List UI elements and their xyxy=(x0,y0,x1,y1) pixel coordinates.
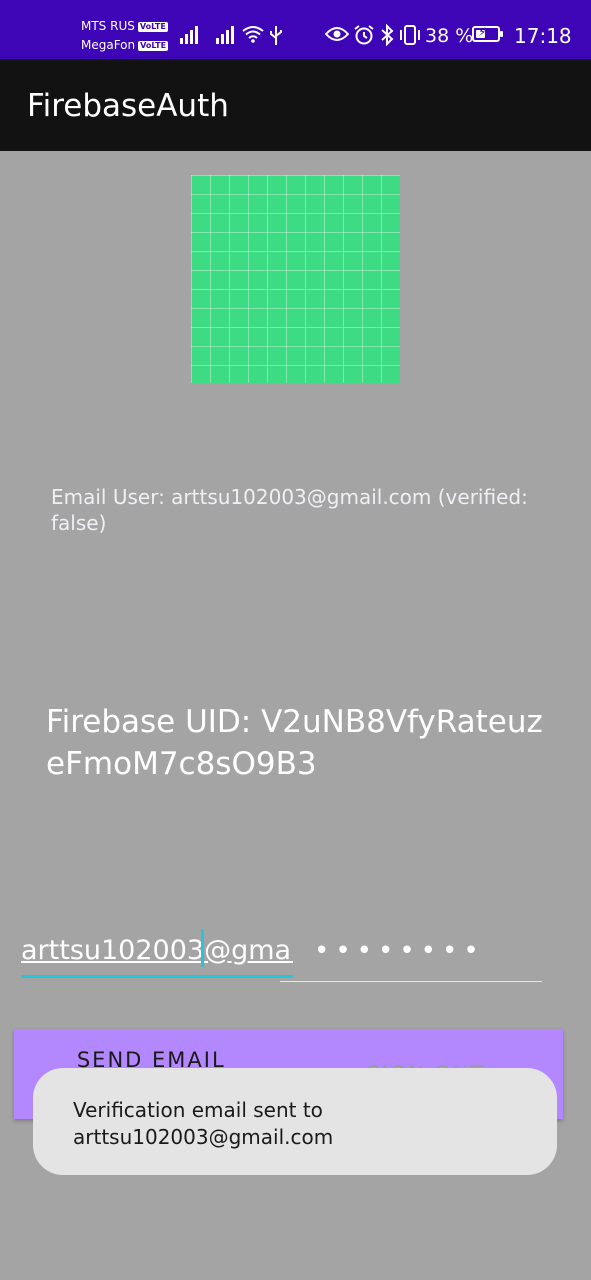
app-bar: FirebaseAuth xyxy=(0,59,591,151)
firebase-logo xyxy=(191,175,400,383)
signal-icon xyxy=(180,24,198,44)
email-user-text: Email User: arttsu102003@gmail.com (veri… xyxy=(51,485,528,535)
carrier-1-label: MTS RUS xyxy=(81,19,135,33)
status-bar: MTS RUS VoLTE MegaFon VoLTE 38 % ⚡ 17:18 xyxy=(0,0,591,59)
password-field[interactable]: •••••••• xyxy=(280,926,542,982)
eye-icon xyxy=(325,27,349,41)
toast-message: Verification email sent to arttsu102003@… xyxy=(33,1068,557,1175)
carrier-1: MTS RUS VoLTE xyxy=(81,20,168,33)
volte-2-badge: VoLTE xyxy=(138,40,169,51)
carrier-2-label: MegaFon xyxy=(81,38,136,52)
alarm-icon xyxy=(354,25,374,45)
app-title: FirebaseAuth xyxy=(27,88,229,124)
email-input[interactable] xyxy=(21,926,293,978)
battery-icon: ⚡ xyxy=(472,25,503,42)
signal-icon xyxy=(216,24,234,44)
vibrate-icon xyxy=(400,25,420,45)
status-time: 17:18 xyxy=(514,24,572,48)
wifi-icon xyxy=(242,26,264,43)
battery-percent: 38 % xyxy=(425,25,474,47)
usb-icon xyxy=(270,26,282,45)
firebase-uid-text: Firebase UID: V2uNB8VfyRateuzeFmoM7c8sO9… xyxy=(46,704,543,782)
charging-icon: ⚡ xyxy=(478,25,487,39)
bluetooth-icon xyxy=(381,24,394,46)
volte-1-badge: VoLTE xyxy=(137,21,168,32)
carrier-2: MegaFon VoLTE xyxy=(81,38,169,52)
text-cursor xyxy=(201,929,204,967)
